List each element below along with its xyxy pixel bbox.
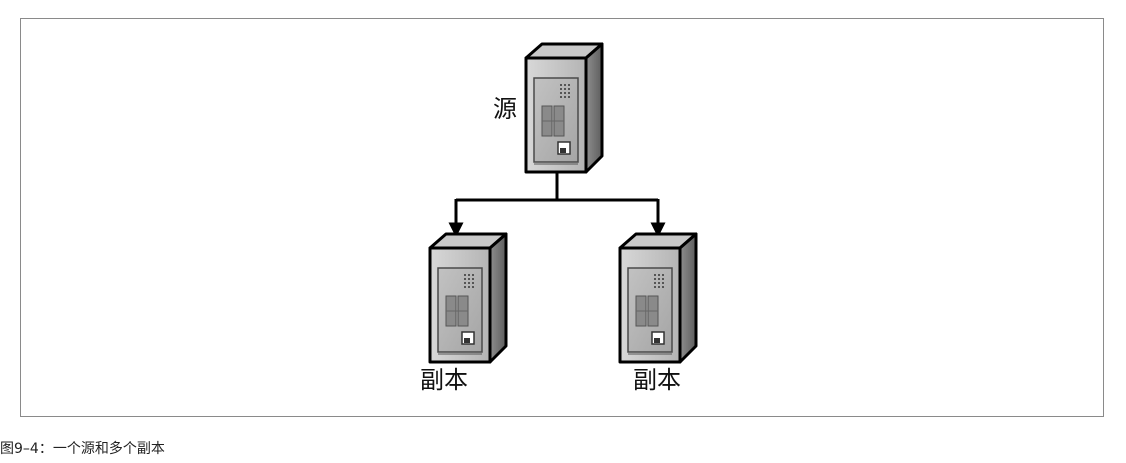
replica-label: 副本 (420, 366, 468, 394)
replica-server-icon-2 (618, 232, 698, 364)
source-label: 源 (493, 95, 517, 123)
connector-lines (448, 170, 666, 238)
replica-label: 副本 (633, 366, 681, 394)
replica-server-icon-1 (428, 232, 508, 364)
replication-diagram (428, 42, 698, 364)
figure-caption: 图9–4：一个源和多个副本 (0, 441, 165, 457)
source-server-icon (524, 42, 604, 174)
